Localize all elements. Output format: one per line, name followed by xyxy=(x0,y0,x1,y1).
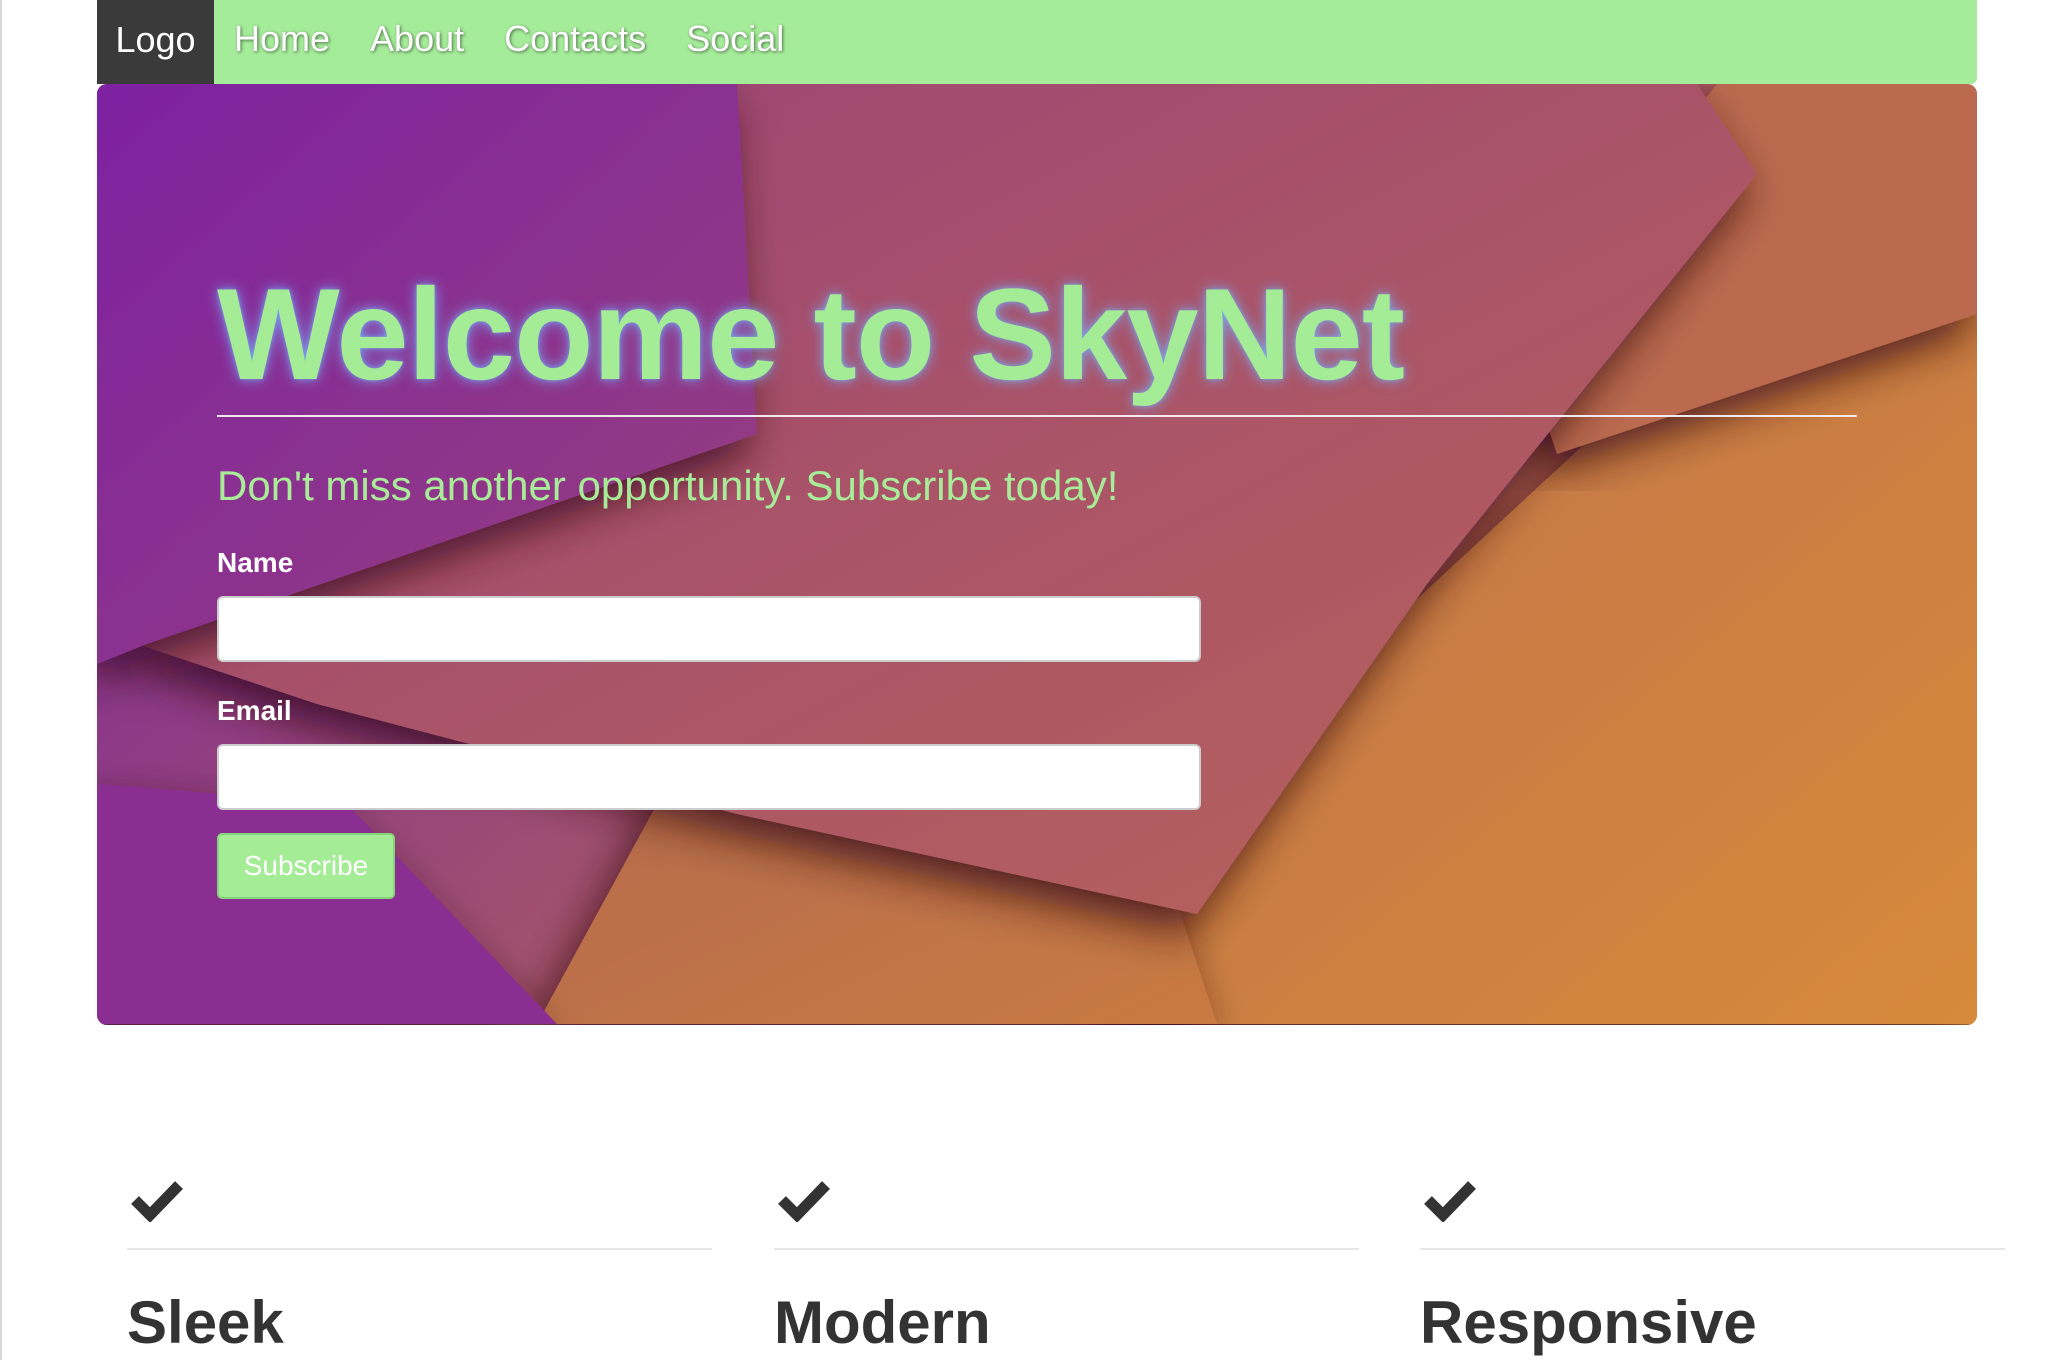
email-input[interactable] xyxy=(217,744,1201,810)
email-label: Email xyxy=(217,695,292,726)
top-navbar: Logo Home About Contacts Social xyxy=(97,0,1977,84)
logo[interactable]: Logo xyxy=(97,0,214,84)
name-input[interactable] xyxy=(217,596,1201,662)
checkmark-icon xyxy=(778,1181,830,1222)
hero-section: Welcome to SkyNet Don't miss another opp… xyxy=(97,84,1977,1025)
feature-title: Modern xyxy=(774,1289,991,1356)
subscribe-button[interactable]: Subscribe xyxy=(217,833,395,899)
checkmark-icon xyxy=(131,1181,183,1222)
nav-link-contacts[interactable]: Contacts xyxy=(504,18,646,60)
hero-divider xyxy=(217,415,1857,417)
hero-subtitle: Don't miss another opportunity. Subscrib… xyxy=(217,462,1119,509)
nav-links: Home About Contacts Social xyxy=(214,0,824,84)
feature-title: Responsive xyxy=(1420,1289,1757,1356)
feature-divider xyxy=(1420,1248,2005,1250)
feature-title: Sleek xyxy=(127,1289,284,1356)
feature-divider xyxy=(127,1248,712,1250)
nav-link-social[interactable]: Social xyxy=(686,18,784,60)
nav-link-home[interactable]: Home xyxy=(234,18,330,60)
checkmark-icon xyxy=(1424,1181,1476,1222)
name-label: Name xyxy=(217,547,294,578)
page: Logo Home About Contacts Social Welcome … xyxy=(0,0,2070,1360)
hero-title: Welcome to SkyNet xyxy=(217,261,1405,407)
feature-divider xyxy=(774,1248,1359,1250)
nav-link-about[interactable]: About xyxy=(370,18,464,60)
